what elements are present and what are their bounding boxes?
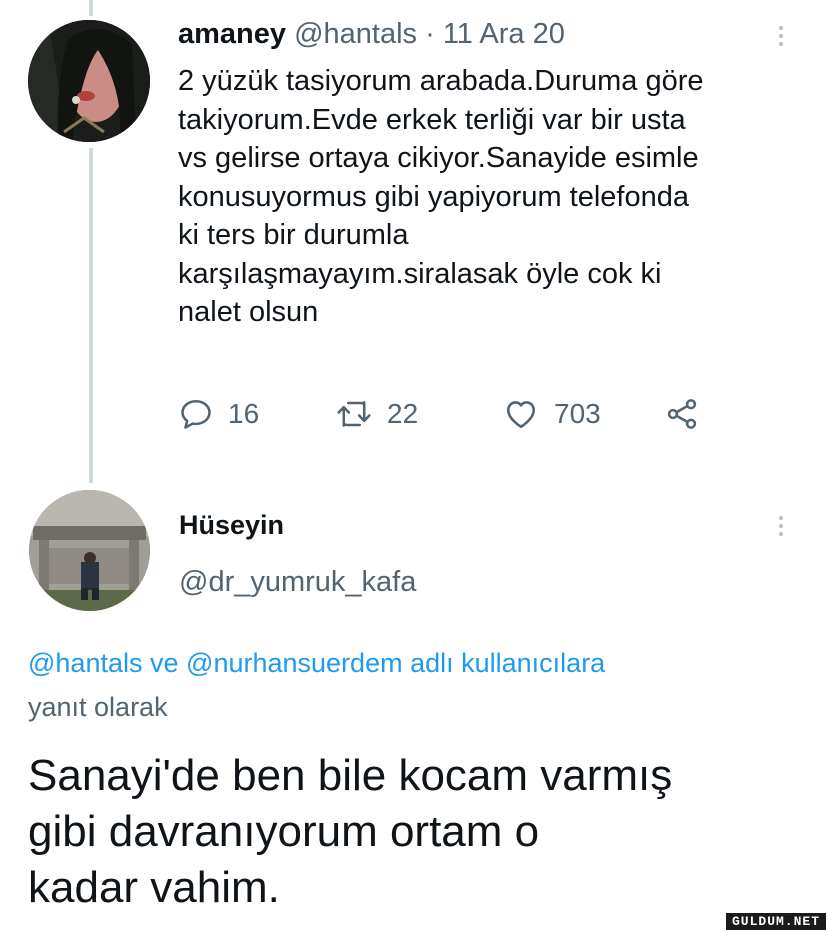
reply-to-line: @hantals ve @nurhansuerdem adlı kullanıc…: [28, 648, 605, 679]
like-count: 703: [554, 398, 601, 429]
reply-count: 16: [228, 398, 260, 429]
tweet1-more-icon[interactable]: [776, 26, 786, 50]
avatar-amaney[interactable]: [28, 20, 150, 142]
avatar-huseyin[interactable]: [29, 490, 150, 611]
speech-bubble-icon: [181, 399, 211, 429]
reply-button[interactable]: 16: [178, 396, 259, 432]
reply-to-and: ve: [150, 648, 179, 678]
tweet1-header: amaney @hantals · 11 Ara 20: [178, 18, 565, 51]
like-button[interactable]: 703: [502, 396, 601, 432]
retweet-icon: [337, 401, 371, 427]
tweet2-author-name[interactable]: Hüseyin: [179, 510, 284, 541]
retweet-count: 22: [387, 398, 419, 429]
share-button[interactable]: [664, 396, 700, 432]
tweet2-more-icon[interactable]: [776, 516, 786, 540]
tweet1-date[interactable]: 11 Ara 20: [443, 18, 565, 50]
heart-icon: [506, 401, 536, 429]
share-icon: [667, 399, 697, 429]
tweet1-author-name[interactable]: amaney: [178, 18, 286, 50]
tweet2-text: Sanayi'de ben bile kocam varmış gibi dav…: [28, 751, 673, 912]
thread-line: [89, 148, 93, 483]
thread-line-top: [89, 0, 93, 16]
tweet1-separator: ·: [425, 18, 435, 50]
reply-to-mention-2[interactable]: @nurhansuerdem: [186, 648, 403, 678]
reply-to-suffix[interactable]: adlı kullanıcılara: [410, 648, 605, 678]
tweet2-author-handle[interactable]: @dr_yumruk_kafa: [179, 566, 416, 599]
watermark-logo: GULDUM.NET: [726, 913, 826, 930]
retweet-button[interactable]: 22: [335, 396, 418, 432]
avatar-image: [29, 490, 150, 611]
reply-to-mention-1[interactable]: @hantals: [28, 648, 142, 678]
tweet1-text: 2 yüzük tasiyorum arabada.Duruma göre ta…: [178, 65, 704, 328]
reply-label: yanıt olarak: [28, 692, 168, 722]
tweet1-author-handle[interactable]: @hantals: [294, 18, 417, 50]
avatar-image: [28, 20, 150, 142]
